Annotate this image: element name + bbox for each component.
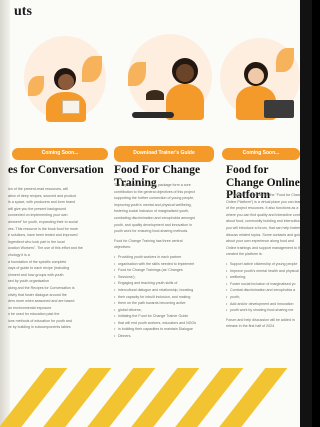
board-shape [132, 112, 174, 118]
text-line: Forum and help discussion will be added … [226, 317, 295, 322]
objectives-list: Providing youth workers in each partner … [114, 254, 218, 340]
text-line: a foundation of the specific complete [8, 259, 67, 264]
illustration-reader [22, 26, 112, 138]
coming-soon-button-1[interactable]: Coming Soon... [12, 148, 108, 160]
list-item: Initiating the Food for Change Trainer G… [114, 313, 218, 320]
text-line: improving youth's mental and physical we… [114, 202, 192, 207]
text-line: ders more when seasoned and are based [8, 299, 75, 304]
text-line: The website (previously as the "Food for… [226, 193, 300, 197]
list-item: Add and/or development and innovation [226, 301, 300, 308]
hat-shape [146, 90, 164, 100]
text-line: ve by building in subcomponents tables [8, 325, 71, 330]
list-item: Support active citizenship of young peop… [226, 261, 300, 268]
list-item: organisation with the skills needed to i… [114, 261, 218, 268]
text-line: Online trainings and support management … [226, 245, 300, 250]
text-line: youth, and quality development and innov… [114, 222, 192, 227]
column-text-platform: The website (previously as the "Food for… [226, 192, 300, 330]
list-item: Foster social inclusion of marginalised … [226, 281, 300, 288]
list-item: them on the path towards becoming active [114, 300, 218, 307]
text-line: chment and how groups with youth [8, 272, 64, 277]
text-line: n be used for education past the [8, 312, 60, 317]
printed-page: uts Coming Soon... Download Trainer's Gu… [0, 0, 300, 427]
list-item: Improve youth's mental health and physic… [226, 268, 300, 275]
section-heading: uts [14, 4, 32, 19]
list-item: intercultural dialogue and relationship,… [114, 287, 218, 294]
list-item: Engaging and teaching youth skills of [114, 280, 218, 287]
text-line: release in the first half of 2024. [226, 324, 276, 329]
text-line: about food, community building and inter… [226, 219, 300, 224]
text-line: will give you the present background [8, 206, 67, 211]
text-line: ion of the present-read resources, will [8, 187, 68, 191]
platform-goals-list: Support active citizenship of young peop… [226, 261, 300, 314]
list-item: Food for Change Trainings (as 'Changes [114, 267, 218, 274]
list-item: Dinners. [114, 333, 218, 340]
text-line: discuss related topics. Some contacts an… [226, 232, 300, 237]
text-line: Online Platform") is a virtual place you… [226, 199, 300, 204]
list-item: global citizens; [114, 307, 218, 314]
column-title-conversation: es for Conversation [8, 164, 104, 176]
person-head [176, 64, 194, 82]
list-item: wellbeing; [226, 274, 300, 281]
text-line: ation of deep recipes, sourced and produ… [8, 193, 77, 198]
text-line: on environmental exposure [8, 305, 52, 310]
text-line: ions methods of education for youth and [8, 318, 72, 323]
text-line: where you can find quality and interacti… [226, 212, 300, 217]
text-line: you will introduce a forum, that can hel… [226, 225, 300, 230]
list-item: youth work by showing food-sharing me [226, 307, 300, 314]
text-line: fostering social inclusion of marginalis… [114, 209, 190, 214]
illustration-trainer [122, 26, 212, 138]
text-line: e solutions, have been tested and improv… [8, 233, 78, 238]
list-item: youth; [226, 294, 300, 301]
text-line: combating discrimination and xenophobia … [114, 215, 195, 220]
download-trainers-guide-button[interactable]: Download Trainer's Guide [114, 146, 214, 162]
text-line: chology it is a [8, 252, 30, 257]
laptop-shape [264, 100, 294, 118]
list-item: their capacity for inbuilt inclusion, an… [114, 294, 218, 301]
text-line: vays of guide to each recipe (including [8, 266, 70, 271]
list-item: Combat discrimination and xenophobia a [226, 287, 300, 294]
text-line: ainment" for youth, expanding their to s… [8, 219, 78, 224]
background-dark-edge [300, 0, 312, 427]
column-text-conversation: ion of the present-read resources, will … [8, 186, 108, 331]
text-line: ves. This resource is the book food for … [8, 226, 79, 231]
text-line: contribution to the general objectives o… [114, 189, 195, 194]
text-line: ingredient who took part in the local [8, 239, 65, 244]
yellow-stripes-decoration [0, 368, 312, 427]
text-line: created the platform is: [226, 252, 263, 257]
text-line: sed by youth organisation [8, 279, 49, 284]
text-line: ovation Workers". The use of this effort… [8, 246, 83, 251]
text-line: oking and the Recipes for Conversation i… [8, 285, 75, 290]
text-line: of the project resources. It also functi… [226, 206, 299, 211]
text-line: Is a space, with producers and born bran… [8, 200, 76, 205]
person-head [248, 68, 264, 84]
list-item: Sessions'); [114, 274, 218, 281]
text-line: connected on implementing your own [8, 213, 68, 218]
text-line: objectives: [114, 245, 131, 250]
illustration-online [214, 26, 300, 138]
column-text-training: The objectives of the press package form… [114, 182, 218, 340]
text-line: The objectives of the press package form… [114, 183, 191, 187]
book-shape [62, 100, 80, 114]
text-line: supporting the further connection of you… [114, 196, 195, 201]
text-line: about your own experience along food and [226, 239, 294, 244]
coming-soon-button-2[interactable]: Coming Soon... [222, 148, 300, 160]
person-head [58, 74, 74, 90]
text-line: ctivity that foster dialogue around the [8, 292, 67, 297]
list-item: Providing youth workers in each partner [114, 254, 218, 261]
text-line: youth work for ensuring food-sharing met… [114, 229, 189, 234]
list-item: in building their capacities to maintain… [114, 326, 218, 333]
list-item: that will end youth workers, educators a… [114, 320, 218, 327]
text-line: Food for Change Training has three centr… [114, 238, 183, 243]
